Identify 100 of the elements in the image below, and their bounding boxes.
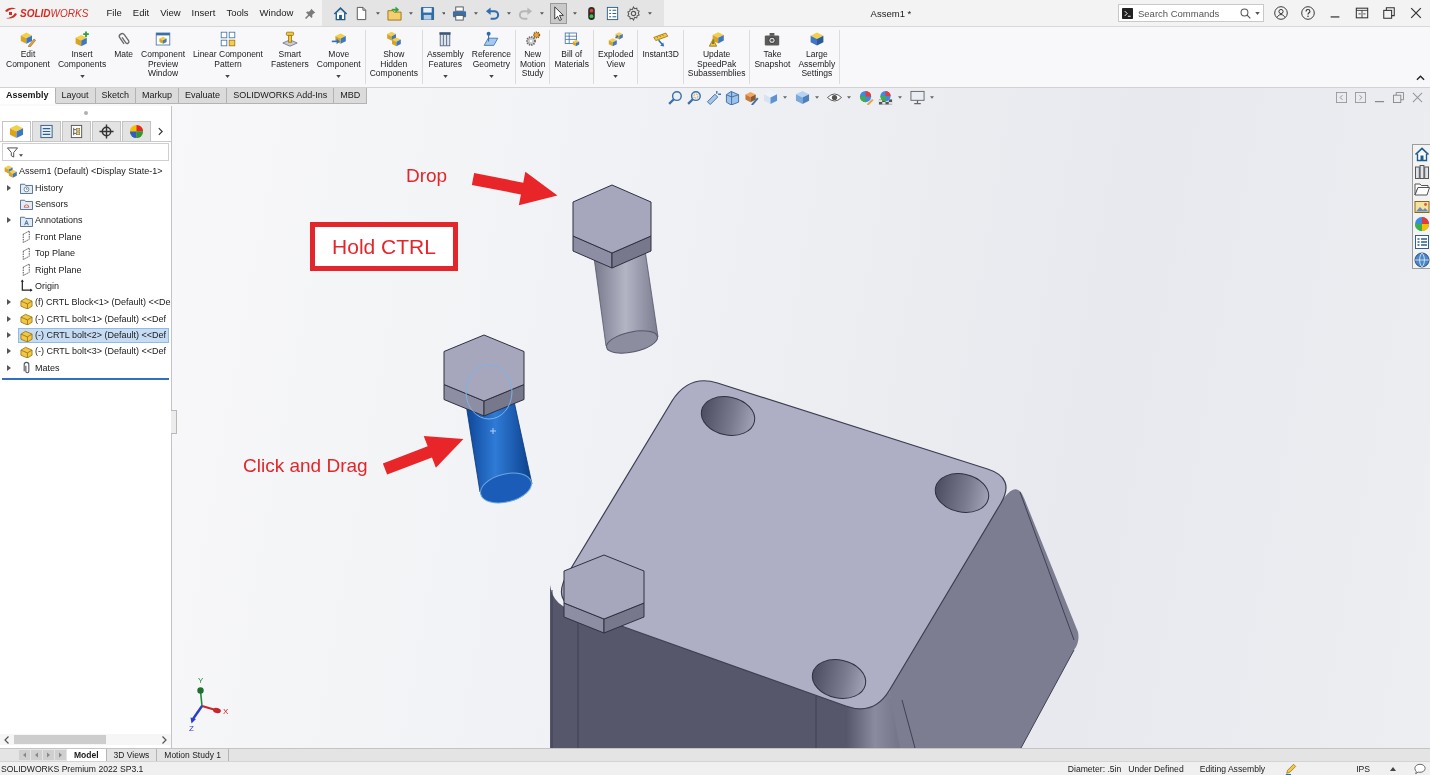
tab[interactable]: Markup	[136, 88, 180, 104]
pencil-icon[interactable]	[1285, 762, 1298, 775]
globe-icon[interactable]	[1414, 251, 1430, 268]
ribbon-button[interactable]: Smart Fasteners	[266, 30, 313, 84]
ribbon-button[interactable]: Linear Component Pattern	[189, 30, 267, 84]
color-ball-icon[interactable]	[1414, 216, 1430, 233]
caret-icon[interactable]	[507, 11, 512, 15]
close-icon[interactable]	[1409, 6, 1424, 20]
ribbon-button[interactable]: Insert Components	[53, 30, 111, 84]
pin-icon[interactable]	[304, 7, 316, 19]
tab[interactable]: Sketch	[95, 88, 137, 104]
tab[interactable]: Assembly	[0, 88, 56, 104]
search-field[interactable]: Search Commands	[1118, 4, 1264, 22]
caret-icon[interactable]	[847, 96, 851, 99]
panel-tab[interactable]	[32, 121, 61, 141]
caret-right-icon[interactable]	[6, 348, 11, 355]
caret-icon[interactable]	[441, 11, 446, 15]
caret-up-icon[interactable]	[1390, 766, 1396, 771]
ribbon-button[interactable]: New Motion Study	[515, 30, 550, 84]
caret-icon[interactable]	[573, 11, 577, 15]
menu-item[interactable]: Tools	[220, 0, 255, 26]
zoom-area-icon[interactable]	[687, 90, 702, 105]
chevron-right-icon[interactable]	[158, 127, 163, 136]
tree-item[interactable]: (-) CRTL bolt<1> (Default) <<Def	[18, 311, 170, 327]
tree-item[interactable]: Right Plane	[18, 262, 85, 278]
split-window-icon[interactable]	[1355, 6, 1370, 20]
search-icon[interactable]	[1240, 7, 1251, 19]
caret-icon[interactable]	[648, 11, 652, 15]
tree-item[interactable]: History	[18, 180, 66, 196]
ribbon-button[interactable]: Exploded View	[593, 30, 638, 84]
tree-item[interactable]: Front Plane	[18, 229, 85, 245]
bolt[interactable]	[443, 334, 533, 504]
ribbon-button[interactable]: Reference Geometry	[467, 30, 515, 84]
caret-right-icon[interactable]	[6, 184, 11, 191]
cube-icon[interactable]	[795, 90, 810, 105]
list-icon[interactable]	[1414, 233, 1430, 250]
ribbon-button[interactable]: Take Snapshot	[750, 30, 795, 84]
ribbon-button[interactable]: Update SpeedPak Subassemblies	[683, 30, 750, 84]
ribbon-button[interactable]: Edit Component	[2, 30, 54, 84]
panel-tab[interactable]	[92, 121, 121, 141]
panel-tab[interactable]	[2, 121, 31, 141]
tab[interactable]: SOLIDWORKS Add-Ins	[227, 88, 335, 104]
menu-item[interactable]: Insert	[186, 0, 221, 26]
tab[interactable]: Model	[67, 749, 107, 761]
ribbon-button[interactable]: Bill of Materials	[550, 30, 593, 84]
tree-item[interactable]: Sensors	[18, 196, 72, 212]
zoom-icon[interactable]	[668, 90, 683, 105]
caret-icon[interactable]	[408, 11, 413, 15]
tab[interactable]: MBD	[334, 88, 368, 104]
tab[interactable]: Evaluate	[179, 88, 228, 104]
caret-right-icon[interactable]	[162, 735, 167, 744]
section-cube-icon[interactable]	[725, 90, 740, 105]
caret-right-icon[interactable]	[6, 299, 11, 306]
ribbon-button[interactable]: Move Component	[312, 30, 365, 84]
caret-right-icon[interactable]	[6, 315, 11, 322]
menu-item[interactable]: Edit	[127, 0, 155, 26]
ribbon-button[interactable]: Component Preview Window	[137, 30, 189, 84]
ribbon-button[interactable]: Instant3D	[638, 30, 683, 84]
ribbon-button[interactable]: Show Hidden Components	[365, 30, 422, 84]
menu-item[interactable]: View	[154, 0, 187, 26]
restore-icon[interactable]	[1382, 6, 1397, 20]
menu-item[interactable]: File	[101, 0, 128, 26]
ribbon-button[interactable]: Mate	[110, 30, 138, 84]
horizontal-scrollbar[interactable]	[0, 734, 171, 745]
rollback-bar[interactable]	[2, 378, 169, 381]
caret-icon[interactable]	[815, 96, 819, 99]
caret-right-icon[interactable]	[6, 217, 11, 224]
caret-icon[interactable]	[930, 96, 934, 99]
color-ball-icon[interactable]	[859, 90, 874, 105]
tree-item[interactable]: Origin	[18, 278, 62, 294]
filter-field[interactable]	[2, 143, 169, 161]
caret-icon[interactable]	[474, 11, 479, 15]
picture-icon[interactable]	[1414, 198, 1430, 215]
tree-item[interactable]: Top Plane	[18, 245, 79, 261]
tree-item[interactable]: (-) CRTL bolt<2> (Default) <<Def	[18, 327, 170, 343]
caret-right-icon[interactable]	[6, 364, 11, 371]
caret-icon[interactable]	[375, 11, 380, 15]
scrollbar-thumb[interactable]	[14, 735, 106, 744]
caret-icon[interactable]	[1255, 11, 1260, 15]
units-selector[interactable]: IPS	[1356, 763, 1370, 774]
user-icon[interactable]	[1274, 6, 1289, 20]
books-icon[interactable]	[1414, 163, 1430, 180]
tree-item[interactable]: Assem1 (Default) <Display State-1>	[2, 163, 166, 179]
ribbon-button[interactable]: Assembly Features	[422, 30, 468, 84]
caret-left-icon[interactable]	[4, 735, 9, 744]
cube-pencil-icon[interactable]	[744, 90, 759, 105]
tree-item[interactable]: Mates	[18, 360, 63, 376]
bolt[interactable]	[572, 184, 659, 354]
wand-icon[interactable]	[706, 90, 721, 105]
tab[interactable]: Layout	[55, 88, 96, 104]
chevron-up-icon[interactable]	[1416, 75, 1425, 81]
cube-icon[interactable]	[763, 90, 778, 105]
color-ball-icon[interactable]	[878, 90, 893, 105]
tree-item[interactable]: (-) CRTL bolt<3> (Default) <<Def	[18, 344, 170, 359]
triad-icon[interactable]	[188, 686, 222, 724]
ribbon-button[interactable]: Large Assembly Settings	[794, 30, 840, 84]
panel-tab[interactable]	[62, 121, 91, 141]
monitor-icon[interactable]	[910, 90, 925, 105]
chat-bubble-icon[interactable]	[1414, 762, 1426, 775]
tree-item[interactable]: (f) CRTL Block<1> (Default) <<De	[18, 294, 174, 310]
